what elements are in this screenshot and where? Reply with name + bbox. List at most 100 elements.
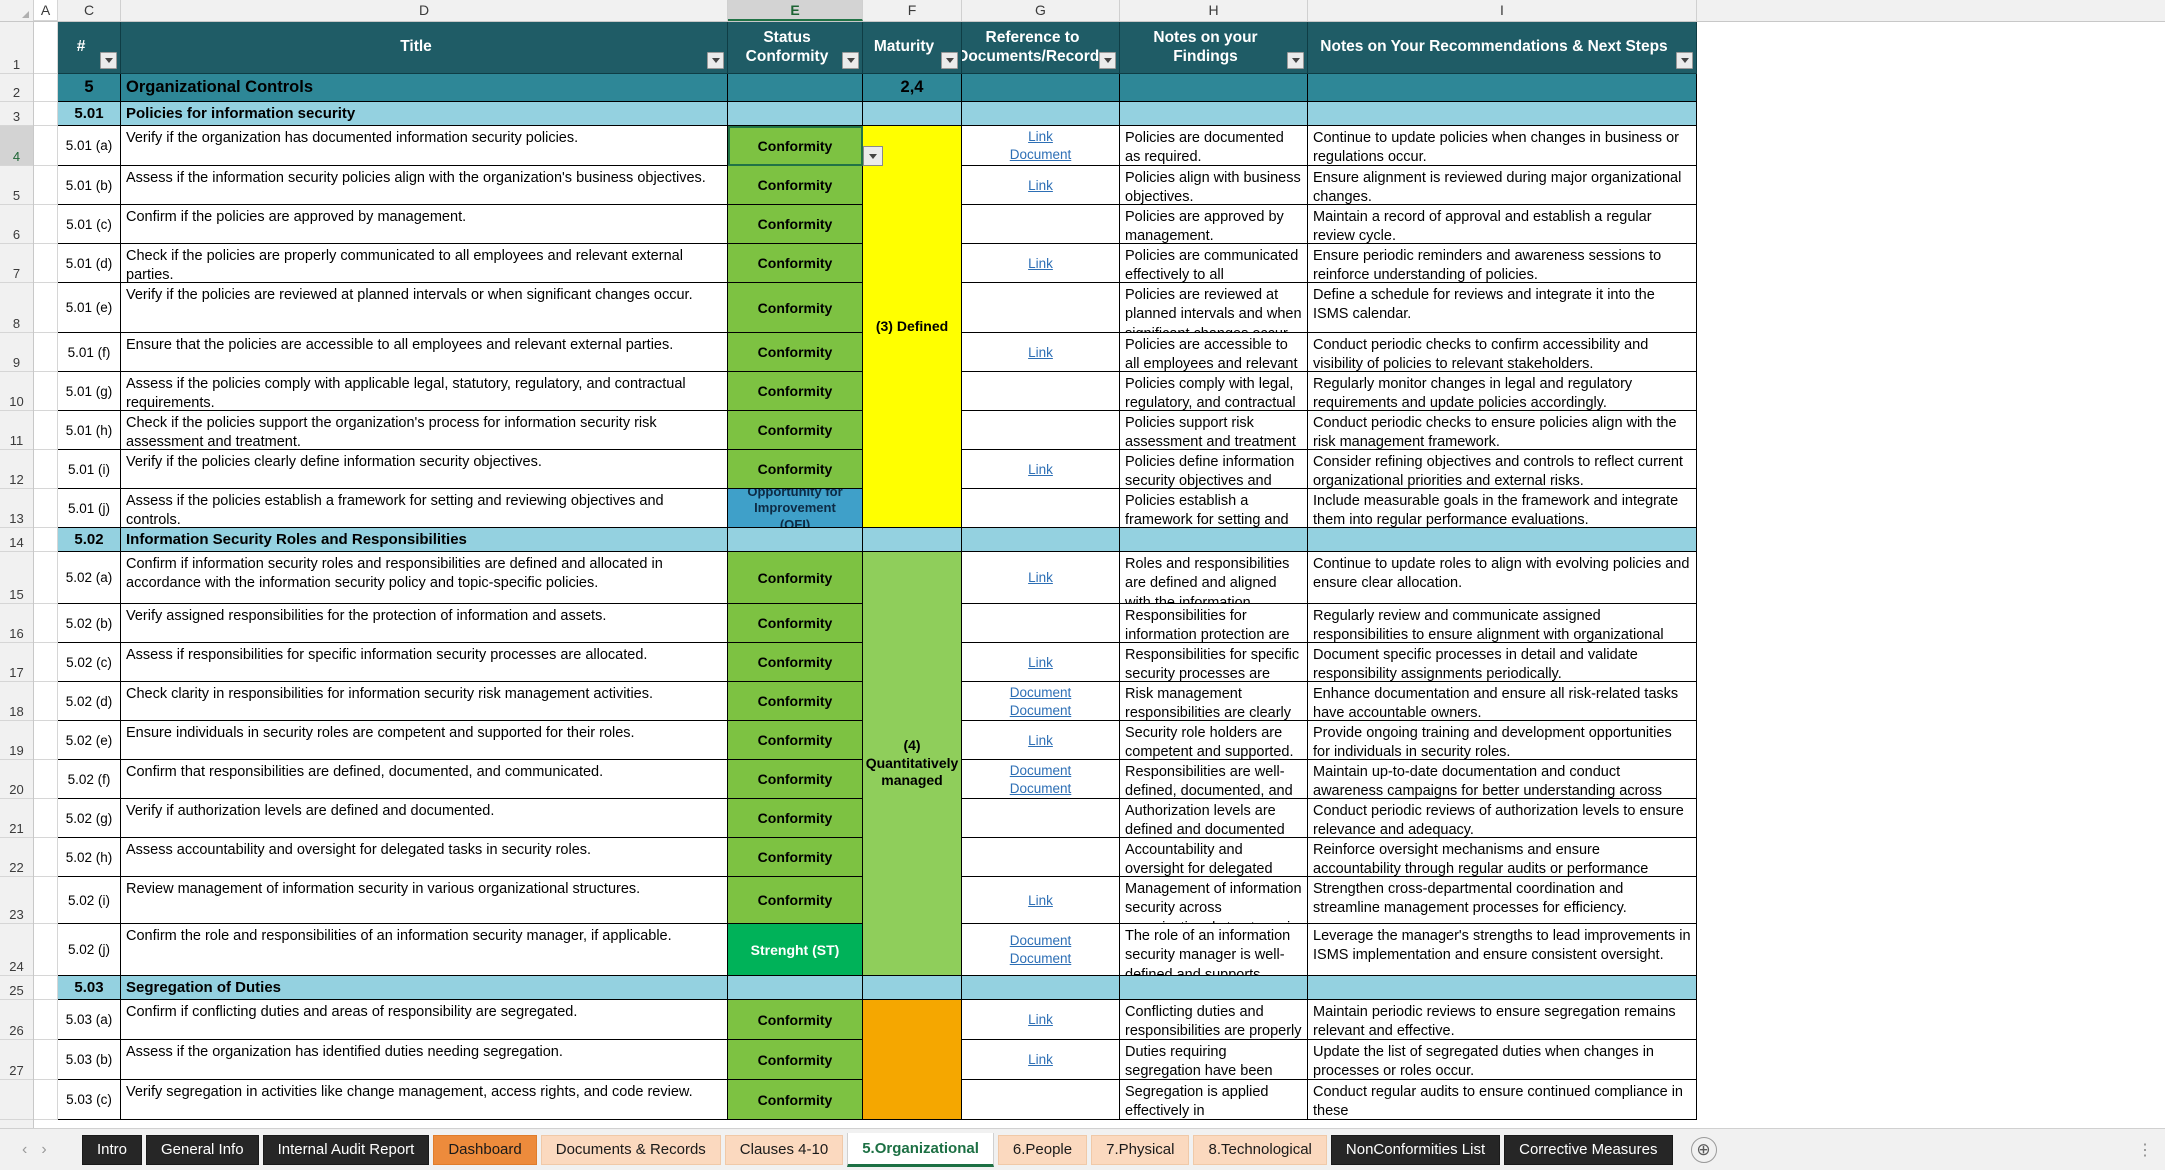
column-header-G[interactable]: G	[962, 0, 1120, 21]
row-title-cell[interactable]: Assess if the information security polic…	[121, 166, 728, 205]
document-link[interactable]: Link	[1028, 732, 1053, 750]
filter-button-recommendations[interactable]	[1676, 52, 1693, 69]
document-link[interactable]: Link	[1028, 128, 1053, 146]
status-conformity-cell[interactable]: Conformity	[728, 283, 863, 333]
status-conformity-cell[interactable]: Conformity	[728, 682, 863, 721]
sheet-tab-corrective-measures[interactable]: Corrective Measures	[1504, 1134, 1673, 1165]
row-id-cell[interactable]: 5.01 (a)	[58, 126, 121, 166]
reference-documents-cell[interactable]: Link	[962, 721, 1120, 760]
row-title-cell[interactable]: Verify assigned responsibilities for the…	[121, 604, 728, 643]
status-conformity-cell[interactable]: Conformity	[728, 333, 863, 372]
sheet-tab-6-people[interactable]: 6.People	[997, 1134, 1088, 1165]
maturity-merged-cell-5.03[interactable]	[863, 1000, 962, 1120]
row-id-cell[interactable]: 5.03 (a)	[58, 1000, 121, 1040]
worksheet-grid[interactable]: # Title Status Conformity Maturity Reference…	[34, 22, 2165, 1128]
document-link[interactable]: Link	[1028, 177, 1053, 195]
reference-documents-cell[interactable]	[962, 411, 1120, 450]
findings-cell[interactable]: Policies comply with legal, regulatory, …	[1120, 372, 1308, 411]
sheet-nav-arrows[interactable]: ‹ ›	[8, 1141, 82, 1159]
filter-button-title[interactable]	[707, 52, 724, 69]
row-header-21[interactable]: 21	[0, 799, 33, 838]
document-link[interactable]: Link	[1028, 654, 1053, 672]
row-title-cell[interactable]: Ensure that the policies are accessible …	[121, 333, 728, 372]
findings-cell[interactable]: Responsibilities are well-defined, docum…	[1120, 760, 1308, 799]
findings-cell[interactable]: Policies support risk assessment and tre…	[1120, 411, 1308, 450]
document-link[interactable]: Link	[1028, 1011, 1053, 1029]
document-link[interactable]: Document	[1010, 702, 1072, 720]
column-header-I[interactable]: I	[1308, 0, 1697, 21]
sheet-tab-intro[interactable]: Intro	[82, 1134, 143, 1165]
recommendations-cell[interactable]: Regularly review and communicate assigne…	[1308, 604, 1697, 643]
recommendations-cell[interactable]: Document specific processes in detail an…	[1308, 643, 1697, 682]
findings-cell[interactable]: Accountability and oversight for delegat…	[1120, 838, 1308, 877]
recommendations-cell[interactable]: Update the list of segregated duties whe…	[1308, 1040, 1697, 1080]
row-title-cell[interactable]: Assess if the policies comply with appli…	[121, 372, 728, 411]
recommendations-cell[interactable]: Ensure periodic reminders and awareness …	[1308, 244, 1697, 283]
reference-documents-cell[interactable]: Link Document	[962, 126, 1120, 166]
row-header-11[interactable]: 11	[0, 411, 33, 450]
next-sheet-arrow-icon[interactable]: ›	[41, 1141, 46, 1159]
row-header-22[interactable]: 22	[0, 838, 33, 877]
reference-documents-cell[interactable]: Document Document	[962, 760, 1120, 799]
row-header-6[interactable]: 6	[0, 205, 33, 244]
recommendations-cell[interactable]: Maintain periodic reviews to ensure segr…	[1308, 1000, 1697, 1040]
row-id-cell[interactable]: 5.01 (j)	[58, 489, 121, 528]
reference-documents-cell[interactable]	[962, 372, 1120, 411]
row-id-cell[interactable]: 5.02 (j)	[58, 924, 121, 976]
filter-button-status-conformity[interactable]	[842, 52, 859, 69]
status-conformity-cell[interactable]: Conformity	[728, 1000, 863, 1040]
row-id-cell[interactable]: 5.02 (g)	[58, 799, 121, 838]
recommendations-cell[interactable]: Reinforce oversight mechanisms and ensur…	[1308, 838, 1697, 877]
row-title-cell[interactable]: Check if the policies support the organi…	[121, 411, 728, 450]
column-header-E[interactable]: E	[728, 0, 863, 21]
status-conformity-cell[interactable]: Conformity	[728, 552, 863, 604]
findings-cell[interactable]: Policies are accessible to all employees…	[1120, 333, 1308, 372]
findings-cell[interactable]: Roles and responsibilities are defined a…	[1120, 552, 1308, 604]
recommendations-cell[interactable]: Maintain a record of approval and establ…	[1308, 205, 1697, 244]
findings-cell[interactable]: Management of information security acros…	[1120, 877, 1308, 924]
row-header-7[interactable]: 7	[0, 244, 33, 283]
findings-cell[interactable]: Policies are approved by management.	[1120, 205, 1308, 244]
row-id-cell[interactable]: 5.01 (i)	[58, 450, 121, 489]
reference-documents-cell[interactable]: Link	[962, 244, 1120, 283]
row-title-cell[interactable]: Confirm the role and responsibilities of…	[121, 924, 728, 976]
findings-cell[interactable]: Security role holders are competent and …	[1120, 721, 1308, 760]
row-title-cell[interactable]: Check if the policies are properly commu…	[121, 244, 728, 283]
recommendations-cell[interactable]: Provide ongoing training and development…	[1308, 721, 1697, 760]
row-title-cell[interactable]: Assess if the policies establish a frame…	[121, 489, 728, 528]
row-id-cell[interactable]: 5.01 (h)	[58, 411, 121, 450]
recommendations-cell[interactable]: Consider refining objectives and control…	[1308, 450, 1697, 489]
recommendations-cell[interactable]: Conduct periodic reviews of authorizatio…	[1308, 799, 1697, 838]
document-link[interactable]: Link	[1028, 1051, 1053, 1069]
row-title-cell[interactable]: Verify if the organization has documente…	[121, 126, 728, 166]
recommendations-cell[interactable]: Enhance documentation and ensure all ris…	[1308, 682, 1697, 721]
reference-documents-cell[interactable]	[962, 283, 1120, 333]
sheet-tab-5-organizational[interactable]: 5.Organizational	[847, 1132, 994, 1167]
status-conformity-cell[interactable]: Conformity	[728, 643, 863, 682]
status-conformity-cell[interactable]: Opportunity for Improvement (OFI)	[728, 489, 863, 528]
row-title-cell[interactable]: Assess accountability and oversight for …	[121, 838, 728, 877]
reference-documents-cell[interactable]: Document Document	[962, 924, 1120, 976]
status-conformity-cell[interactable]: Conformity	[728, 877, 863, 924]
sheet-tab-8-technological[interactable]: 8.Technological	[1193, 1134, 1327, 1165]
sheet-tab-general-info[interactable]: General Info	[146, 1134, 259, 1165]
findings-cell[interactable]: The role of an information security mana…	[1120, 924, 1308, 976]
row-header-9[interactable]: 9	[0, 333, 33, 372]
recommendations-cell[interactable]: Regularly monitor changes in legal and r…	[1308, 372, 1697, 411]
row-header-1[interactable]: 1	[0, 22, 33, 74]
column-header-H[interactable]: H	[1120, 0, 1308, 21]
document-link[interactable]: Link	[1028, 569, 1053, 587]
document-link[interactable]: Document	[1010, 146, 1072, 164]
filter-button-num[interactable]	[100, 52, 117, 69]
reference-documents-cell[interactable]	[962, 489, 1120, 528]
row-id-cell[interactable]: 5.02 (b)	[58, 604, 121, 643]
findings-cell[interactable]: Authorization levels are defined and doc…	[1120, 799, 1308, 838]
status-conformity-cell[interactable]: Conformity	[728, 799, 863, 838]
recommendations-cell[interactable]: Strengthen cross-departmental coordinati…	[1308, 877, 1697, 924]
row-header-16[interactable]: 16	[0, 604, 33, 643]
row-title-cell[interactable]: Assess if the organization has identifie…	[121, 1040, 728, 1080]
row-id-cell[interactable]: 5.02 (i)	[58, 877, 121, 924]
filter-button-maturity[interactable]	[941, 52, 958, 69]
document-link[interactable]: Link	[1028, 344, 1053, 362]
filter-button-reference[interactable]	[1099, 52, 1116, 69]
